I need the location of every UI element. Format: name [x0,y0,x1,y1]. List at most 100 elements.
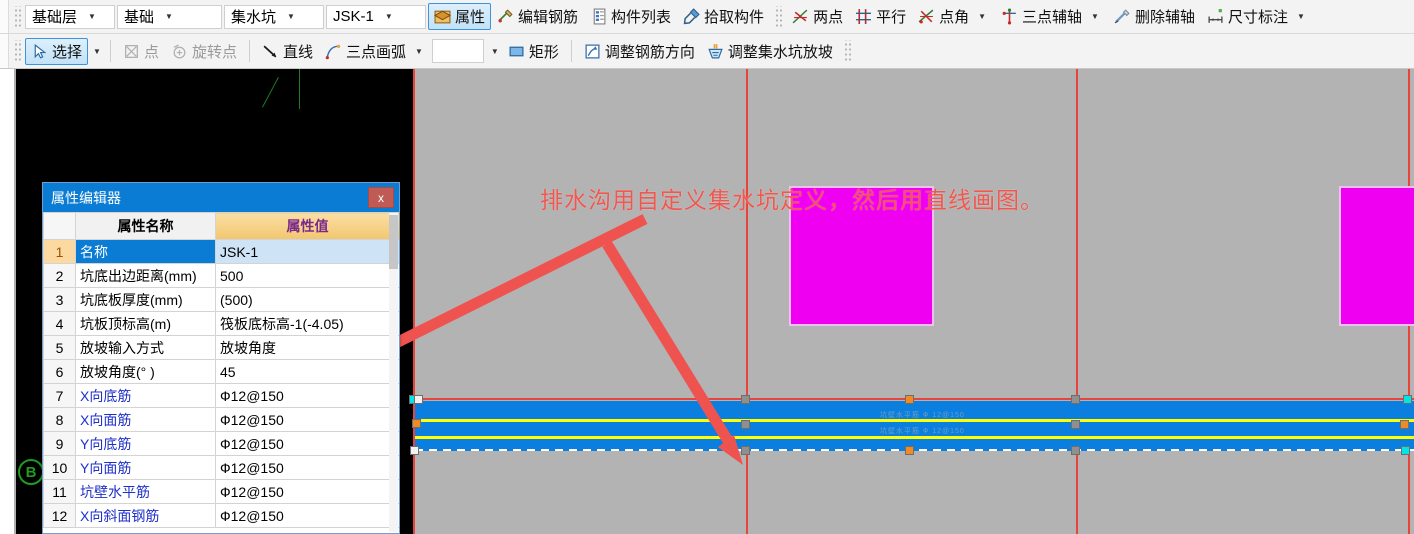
rebar-band[interactable] [415,401,1414,449]
component-name-select[interactable]: JSK-1 ▼ [326,4,426,29]
property-value-cell[interactable]: Ф12@150 [215,407,399,432]
property-name-cell[interactable]: 放坡输入方式 [75,335,216,360]
chevron-down-icon[interactable]: ▼ [83,6,101,28]
component-type-select[interactable]: 集水坑 ▼ [224,4,324,29]
property-value-cell[interactable]: 筏板底标高-1(-4.05) [215,311,399,336]
selection-grip-2[interactable] [414,395,423,404]
three-point-arc-button[interactable]: 三点画弧 ▼ [319,38,432,65]
property-value-cell[interactable]: Ф12@150 [215,455,399,480]
sump-rectangle-right[interactable] [1339,186,1414,326]
chevron-down-icon[interactable]: ▼ [1294,12,1308,21]
property-editor-titlebar[interactable]: 属性编辑器 x [43,183,399,212]
pick-component-button[interactable]: 拾取构件 [677,3,770,30]
parallel-button-label: 平行 [876,9,907,26]
selection-grip-8[interactable] [905,395,914,404]
selection-grip-11[interactable] [1071,420,1080,429]
toolbar-drag-handle-2[interactable] [13,40,21,62]
table-row[interactable]: 3 坑底板厚度(mm) (500) [43,287,399,312]
selection-grip-5[interactable] [741,395,750,404]
property-name-cell[interactable]: 坑底板厚度(mm) [75,287,216,312]
toolbar-group-handle[interactable] [774,5,783,28]
adjust-sump-slope-button[interactable]: 调整集水坑放坡 [701,38,839,65]
dimension-button[interactable]: 尺寸标注 ▼ [1201,3,1314,30]
selection-grip-10[interactable] [1071,395,1080,404]
toolbar-drag-handle[interactable] [13,5,21,28]
line-button[interactable]: 直线 [256,38,319,65]
property-name-cell[interactable]: X向面筋 [75,407,216,432]
property-value-cell[interactable]: (500) [215,287,399,312]
selection-grip-12[interactable] [1071,446,1080,455]
chevron-down-icon[interactable]: ▼ [380,6,398,28]
rotate-point-button[interactable]: 旋转点 [165,38,243,65]
two-point-button[interactable]: 两点 [786,3,849,30]
property-table-scrollbar[interactable] [389,213,398,532]
table-row[interactable]: 8 X向面筋 Ф12@150 [43,407,399,432]
table-row[interactable]: 2 坑底出边距离(mm) 500 [43,263,399,288]
chevron-down-icon[interactable]: ▼ [160,6,178,28]
rotate-point-icon [173,44,186,59]
close-icon[interactable]: x [368,187,394,208]
property-value-cell[interactable]: 45 [215,359,399,384]
chevron-down-icon[interactable]: ▼ [412,47,426,56]
select-dropdown-arrow-icon[interactable]: ▼ [90,47,104,56]
property-value-cell[interactable]: Ф12@150 [215,431,399,456]
selection-grip-6[interactable] [741,420,750,429]
edit-rebar-button[interactable]: 编辑钢筋 [491,3,584,30]
selection-grip-7[interactable] [741,446,750,455]
selection-grip-3[interactable] [412,419,421,428]
property-name-cell[interactable]: 坑底出边距离(mm) [75,263,216,288]
property-value-cell[interactable]: 放坡角度 [215,335,399,360]
selection-grip-9[interactable] [905,446,914,455]
row-index: 8 [43,407,76,432]
point-angle-button[interactable]: 点角 ▼ [912,3,995,30]
axis-bubble-b[interactable]: B [18,459,44,485]
point-button[interactable]: 点 [117,38,165,65]
chevron-down-icon[interactable]: ▼ [282,6,300,28]
property-name-cell[interactable]: 名称 [75,239,216,264]
floor-select[interactable]: 基础层 ▼ [25,4,115,29]
table-row[interactable]: 7 X向底筋 Ф12@150 [43,383,399,408]
adjust-rebar-direction-button[interactable]: 调整钢筋方向 [578,38,701,65]
table-row[interactable]: 4 坑板顶标高(m) 筏板底标高-1(-4.05) [43,311,399,336]
chevron-down-icon[interactable]: ▼ [1088,12,1102,21]
property-name-cell[interactable]: X向斜面钢筋 [75,503,216,528]
selection-grip-4[interactable] [410,446,419,455]
property-editor-dialog[interactable]: 属性编辑器 x 属性名称 属性值 1 名称 JSK-1 2 坑底出边距离(mm) 500 3… [42,182,400,534]
property-name-cell[interactable]: 放坡角度(° ) [75,359,216,384]
style-select[interactable] [431,39,484,63]
toolbar-group-handle-2[interactable] [842,40,851,62]
table-row[interactable]: 1 名称 JSK-1 [43,239,399,264]
three-point-aux-axis-button[interactable]: 三点辅轴 ▼ [995,3,1108,30]
delete-aux-axis-button[interactable]: 删除辅轴 [1108,3,1201,30]
property-value-cell[interactable]: Ф12@150 [215,503,399,528]
select-button[interactable]: 选择 [25,37,89,65]
rectangle-button[interactable]: 矩形 [502,38,565,65]
grid-line-vertical-1 [413,69,415,534]
chevron-down-icon[interactable]: ▼ [975,12,989,21]
property-name-cell[interactable]: 坑壁水平筋 [75,479,216,504]
properties-button[interactable]: 属性 [428,3,492,30]
table-row[interactable]: 12 X向斜面钢筋 Ф12@150 [43,503,399,528]
property-value-cell[interactable]: Ф12@150 [215,479,399,504]
table-row[interactable]: 9 Y向底筋 Ф12@150 [43,431,399,456]
property-table-scrollbar-thumb[interactable] [389,215,398,269]
component-list-button[interactable]: 构件列表 [584,3,677,30]
selection-grip-13[interactable] [1403,395,1412,404]
style-select-arrow-icon[interactable]: ▼ [488,47,502,56]
property-name-cell[interactable]: X向底筋 [75,383,216,408]
table-row[interactable]: 5 放坡输入方式 放坡角度 [43,335,399,360]
property-value-cell[interactable]: Ф12@150 [215,383,399,408]
selection-grip-14[interactable] [1400,420,1409,429]
sump-outline-dashed [415,449,1414,451]
category-select[interactable]: 基础 ▼ [117,4,222,29]
table-row[interactable]: 11 坑壁水平筋 Ф12@150 [43,479,399,504]
property-value-cell[interactable]: 500 [215,263,399,288]
property-value-cell[interactable]: JSK-1 [215,239,399,264]
table-row[interactable]: 10 Y向面筋 Ф12@150 [43,455,399,480]
table-row[interactable]: 6 放坡角度(° ) 45 [43,359,399,384]
property-name-cell[interactable]: Y向底筋 [75,431,216,456]
parallel-button[interactable]: 平行 [849,3,912,30]
property-name-cell[interactable]: 坑板顶标高(m) [75,311,216,336]
selection-grip-15[interactable] [1401,446,1410,455]
property-name-cell[interactable]: Y向面筋 [75,455,216,480]
